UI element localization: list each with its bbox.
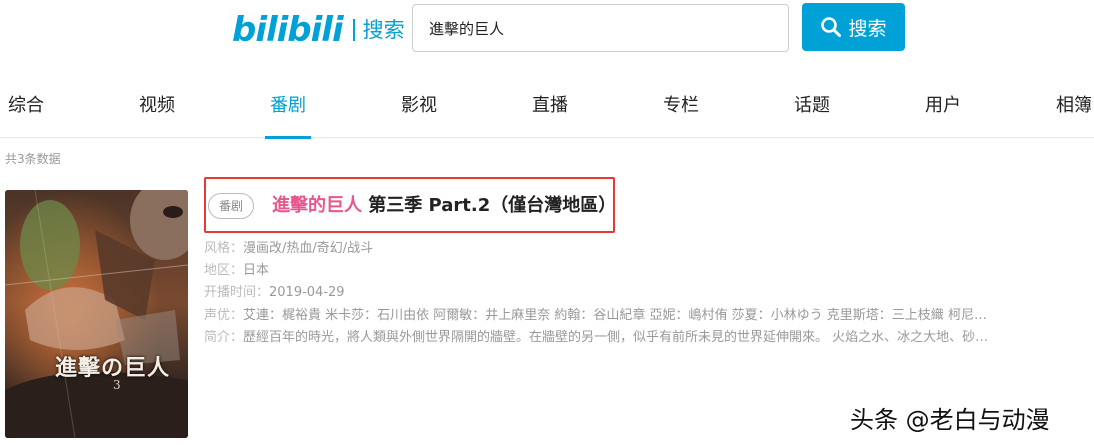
- tab-video[interactable]: 视频: [139, 86, 175, 138]
- search-button-label: 搜索: [848, 17, 887, 40]
- category-tabs: 综合 视频 番剧 影视 直播 专栏 话题 用户 相簿: [0, 86, 1094, 139]
- result-poster[interactable]: 進擊の巨人 3: [5, 190, 188, 438]
- tab-user[interactable]: 用户: [925, 86, 961, 138]
- style-value: 漫画改/热血/奇幻/战斗: [243, 241, 374, 256]
- watermark: 头条 @老白与动漫: [850, 406, 1050, 434]
- result-region: 地区：日本: [204, 259, 269, 278]
- search-icon: [821, 17, 842, 37]
- tab-live[interactable]: 直播: [532, 86, 568, 138]
- result-title-highlight-box: 番剧 進擊的巨人 第三季 Part.2（僅台灣地區）: [204, 177, 616, 233]
- tab-album[interactable]: 相簿: [1056, 86, 1092, 138]
- poster-artwork: [5, 190, 188, 438]
- cast-label: 声优：: [204, 308, 244, 323]
- poster-season-number: 3: [113, 378, 121, 392]
- result-count: 共3条数据: [5, 152, 61, 166]
- bilibili-logo[interactable]: bilibili 搜索: [232, 12, 405, 48]
- logo-wordmark: bilibili: [232, 10, 344, 50]
- result-title-rest: 第三季 Part.2（僅台灣地區）: [362, 195, 617, 216]
- tab-comprehensive[interactable]: 综合: [8, 86, 44, 138]
- result-summary: 简介：歷經百年的時光，將人類與外側世界隔開的牆壁。在牆壁的另一側，似乎有前所未見…: [204, 326, 988, 345]
- result-cast: 声优：艾連：梶裕貴 米卡莎：石川由依 阿爾敏：井上麻里奈 約翰：谷山紀章 亞妮：…: [204, 304, 987, 323]
- logo-search-label: 搜索: [362, 18, 405, 42]
- date-label: 开播时间：: [204, 285, 270, 300]
- result-air-date: 开播时间：2019-04-29: [204, 281, 345, 300]
- region-value: 日本: [243, 263, 270, 278]
- search-input[interactable]: [412, 4, 789, 52]
- tab-film-tv[interactable]: 影视: [401, 86, 437, 138]
- logo-divider: [352, 19, 355, 41]
- type-badge: 番剧: [208, 193, 255, 219]
- result-title-keyword: 進擊的巨人: [272, 195, 362, 216]
- search-button[interactable]: 搜索: [802, 3, 905, 51]
- style-label: 风格：: [204, 241, 244, 256]
- result-style: 风格：漫画改/热血/奇幻/战斗: [204, 237, 373, 256]
- date-value: 2019-04-29: [269, 285, 345, 300]
- tab-bangumi[interactable]: 番剧: [265, 86, 311, 139]
- summary-label: 简介：: [204, 330, 244, 345]
- cast-value: 艾連：梶裕貴 米卡莎：石川由依 阿爾敏：井上麻里奈 約翰：谷山紀章 亞妮：嶋村侑…: [243, 308, 987, 323]
- tab-topic[interactable]: 话题: [794, 86, 830, 138]
- region-label: 地区：: [204, 263, 244, 278]
- tab-column[interactable]: 专栏: [663, 86, 699, 138]
- result-title[interactable]: 進擊的巨人 第三季 Part.2（僅台灣地區）: [272, 191, 616, 221]
- summary-value: 歷經百年的時光，將人類與外側世界隔開的牆壁。在牆壁的另一側，似乎有前所未見的世界…: [243, 330, 989, 345]
